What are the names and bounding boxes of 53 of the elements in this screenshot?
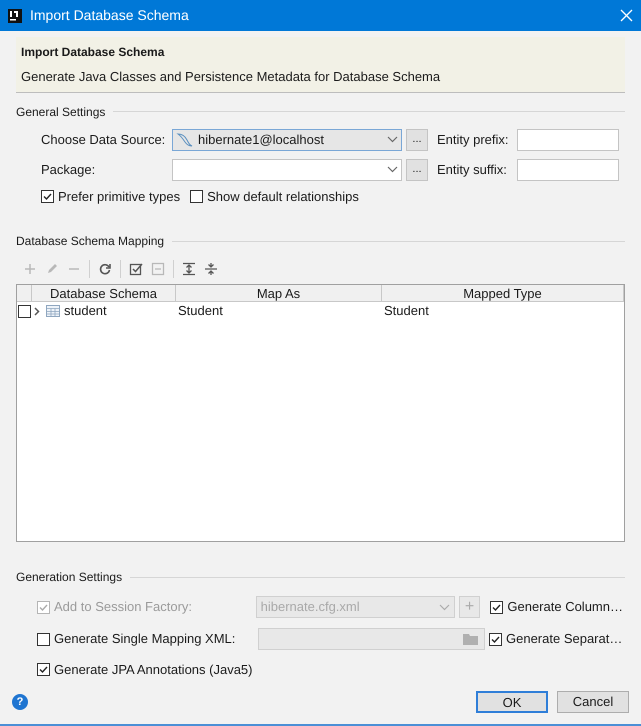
column-header[interactable]: Map As — [176, 285, 382, 301]
cancel-button[interactable]: Cancel — [557, 691, 629, 713]
checkbox[interactable] — [37, 632, 50, 646]
field-label: Entity suffix: — [437, 160, 508, 179]
section-title: General Settings — [16, 104, 106, 120]
chevron-down-icon — [438, 604, 450, 610]
dropdown-value: hibernate.cfg.xml — [260, 598, 361, 616]
checked-box-icon[interactable] — [128, 261, 144, 277]
checkbox-label: Generate Separat… — [506, 630, 622, 648]
input-field[interactable] — [517, 158, 619, 180]
checkbox[interactable] — [41, 190, 54, 203]
column-header[interactable]: Database Schema — [32, 285, 176, 301]
table-cell-text: student — [64, 302, 107, 320]
checkbox-label: Generate Single Mapping XML: — [54, 630, 236, 648]
collapse-all-icon[interactable] — [203, 261, 219, 277]
table-cell-text: Student — [383, 302, 430, 320]
browse-button[interactable]: ... — [406, 158, 428, 180]
window-title: Import Database Schema — [30, 6, 190, 25]
chevron-right-icon[interactable] — [32, 306, 42, 316]
checkbox-label: Add to Session Factory: — [54, 598, 192, 616]
dropdown-value: hibernate1@localhost — [198, 130, 325, 149]
refresh-icon[interactable] — [97, 261, 113, 277]
header-title: Import Database Schema — [21, 44, 166, 61]
dropdown[interactable]: hibernate1@localhost — [172, 128, 402, 150]
checkbox[interactable] — [18, 304, 31, 318]
section-title: Database Schema Mapping — [16, 233, 164, 250]
field-label: Choose Data Source: — [41, 130, 166, 149]
table-icon — [46, 305, 60, 317]
checkbox[interactable] — [37, 663, 50, 676]
ok-button[interactable]: OK — [476, 691, 548, 713]
close-icon[interactable] — [620, 9, 633, 22]
checkbox-label: Generate Column… — [507, 598, 623, 616]
checkbox-label: Show default relationships — [207, 188, 359, 206]
dolphin-icon — [176, 132, 194, 148]
section-title: Generation Settings — [16, 569, 122, 586]
file-path-field[interactable] — [258, 628, 485, 650]
app-logo-icon — [8, 8, 22, 22]
help-button[interactable]: ? — [12, 694, 28, 710]
checkbox-label: Generate JPA Annotations (Java5) — [54, 661, 252, 679]
chevron-down-icon — [387, 166, 398, 173]
expand-all-icon[interactable] — [181, 261, 197, 277]
header-subtitle: Generate Java Classes and Persistence Metadata for Database Schema — [21, 68, 442, 86]
checkbox-label: Prefer primitive types — [58, 188, 180, 206]
checkbox[interactable] — [489, 632, 502, 646]
table-cell-text: Student — [177, 302, 224, 320]
field-label: Entity prefix: — [437, 130, 510, 149]
checkbox[interactable] — [490, 600, 504, 614]
column-header[interactable]: Mapped Type — [382, 285, 624, 301]
browse-button[interactable]: ... — [406, 128, 428, 150]
chevron-down-icon — [387, 136, 398, 143]
field-label: Package: — [41, 160, 96, 179]
checkbox[interactable] — [190, 190, 204, 203]
input-field[interactable] — [517, 128, 619, 150]
